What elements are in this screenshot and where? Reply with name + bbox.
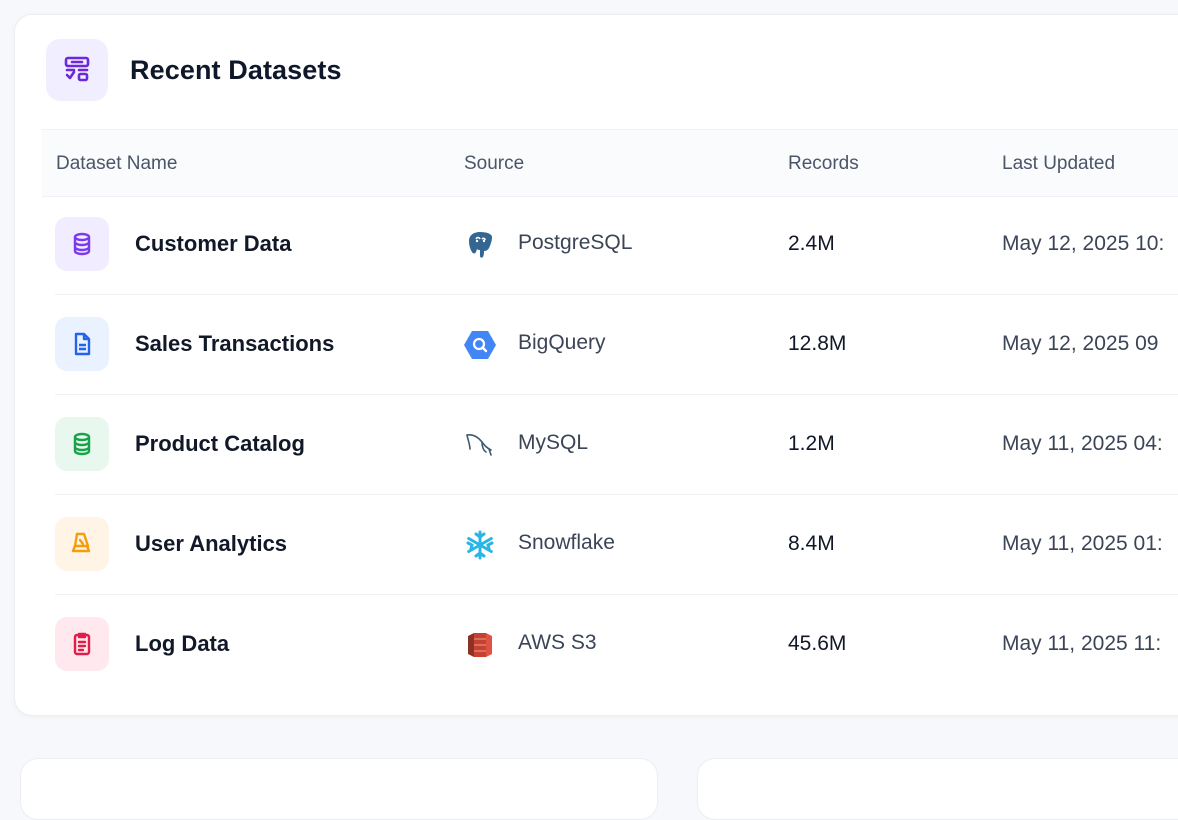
source-name: MySQL <box>518 431 589 454</box>
dataset-name[interactable]: Product Catalog <box>135 431 305 457</box>
record-count: 45.6M <box>788 632 847 655</box>
postgresql-icon <box>463 229 497 261</box>
column-header-records[interactable]: Records <box>788 153 859 175</box>
card-header: Recent Datasets <box>46 39 342 101</box>
card-title: Recent Datasets <box>130 54 342 85</box>
log-file-icon <box>55 617 109 671</box>
dataset-list: Customer Data PostgreSQL 2.4M May 12, 20… <box>55 195 1178 694</box>
bottom-card-right <box>697 758 1178 820</box>
dataset-name[interactable]: Customer Data <box>135 231 291 257</box>
dataset-name[interactable]: Log Data <box>135 631 229 657</box>
table-row[interactable]: Log Data AWS S3 45.6M May 11, 2025 11: <box>55 595 1178 694</box>
last-updated: May 11, 2025 01: <box>1002 532 1163 555</box>
table-row[interactable]: User Analytics Snowflake 8.4M May 11, 20… <box>55 495 1178 595</box>
snowflake-icon <box>463 529 497 561</box>
bottom-card-left <box>20 758 658 820</box>
last-updated: May 11, 2025 11: <box>1002 632 1162 655</box>
source-name: AWS S3 <box>518 631 597 654</box>
table-row[interactable]: Sales Transactions BigQuery 12.8M May 12… <box>55 295 1178 395</box>
dataset-name[interactable]: User Analytics <box>135 531 287 557</box>
mysql-icon <box>463 429 497 461</box>
record-count: 8.4M <box>788 532 835 555</box>
user-chart-icon <box>55 517 109 571</box>
database-icon <box>55 217 109 271</box>
last-updated: May 12, 2025 09 <box>1002 332 1159 355</box>
last-updated: May 11, 2025 04: <box>1002 432 1163 455</box>
database-icon <box>55 417 109 471</box>
aws-s3-icon <box>463 629 497 661</box>
document-icon <box>55 317 109 371</box>
source-name: Snowflake <box>518 531 615 554</box>
bigquery-icon <box>463 329 497 361</box>
source-name: BigQuery <box>518 331 606 354</box>
column-header-source[interactable]: Source <box>464 153 524 175</box>
column-header-dataset-name[interactable]: Dataset Name <box>56 153 177 175</box>
recent-datasets-card: Recent Datasets Dataset Name Source Reco… <box>14 14 1178 716</box>
column-header-last-updated[interactable]: Last Updated <box>1002 153 1115 175</box>
record-count: 12.8M <box>788 332 847 355</box>
source-name: PostgreSQL <box>518 231 633 254</box>
dataset-name[interactable]: Sales Transactions <box>135 331 334 357</box>
last-updated: May 12, 2025 10: <box>1002 232 1165 255</box>
table-header: Dataset Name Source Records Last Updated <box>42 129 1178 197</box>
table-row[interactable]: Customer Data PostgreSQL 2.4M May 12, 20… <box>55 195 1178 295</box>
record-count: 1.2M <box>788 432 835 455</box>
table-list-icon <box>46 39 108 101</box>
record-count: 2.4M <box>788 232 835 255</box>
table-row[interactable]: Product Catalog MySQL 1.2M May 11, 2025 … <box>55 395 1178 495</box>
